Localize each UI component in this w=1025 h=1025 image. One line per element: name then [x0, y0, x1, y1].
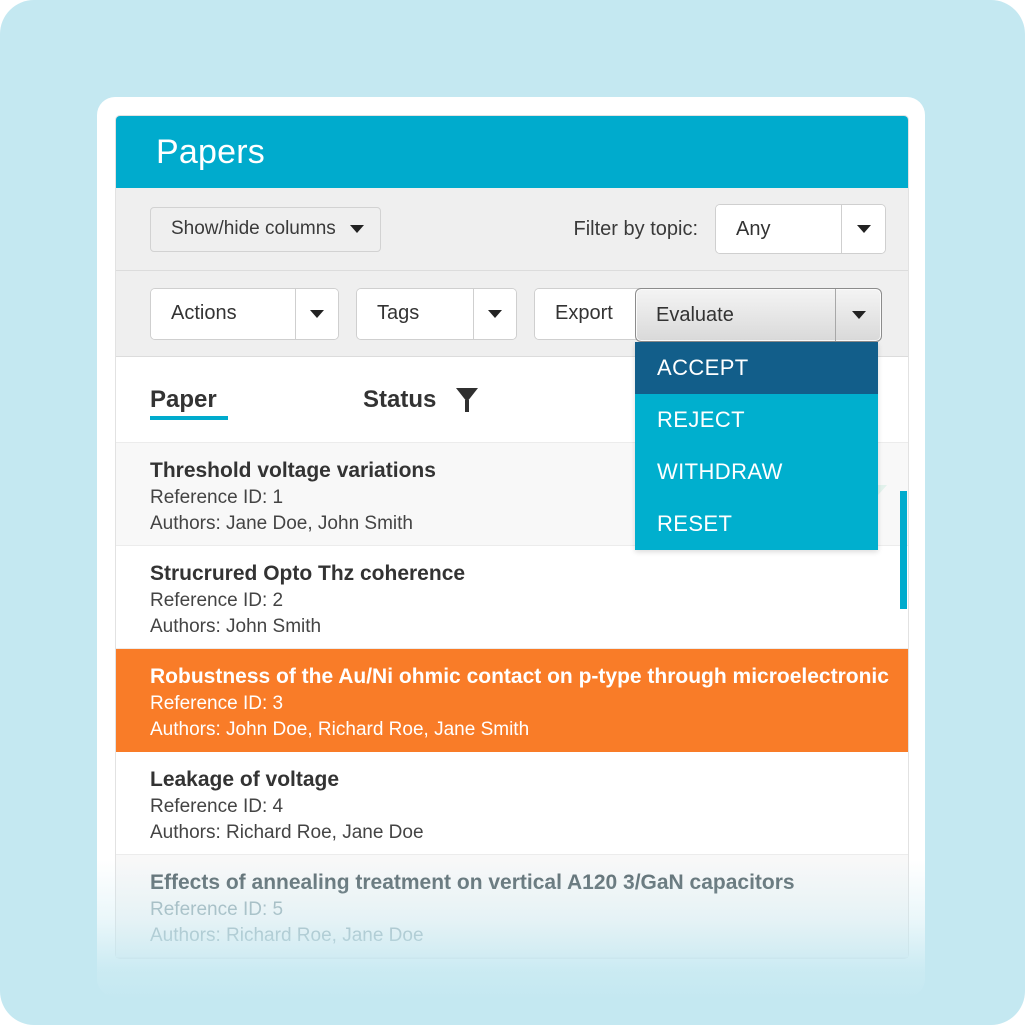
chevron-down-icon — [856, 225, 871, 233]
app-card: Papers Show/hide columns Filter by topic… — [97, 97, 925, 997]
tags-split-button[interactable]: Tags — [356, 287, 517, 340]
row-reference-id: Reference ID: 5 — [150, 898, 284, 920]
papers-grid-panel: Papers Show/hide columns Filter by topic… — [115, 115, 909, 959]
chevron-down-icon — [851, 311, 866, 319]
row-title: Robustness of the Au/Ni ohmic contact on… — [150, 665, 889, 688]
evaluate-button-label[interactable]: Evaluate — [636, 289, 835, 341]
menu-item-reject-label: REJECT — [657, 407, 745, 432]
show-hide-columns-button[interactable]: Show/hide columns — [150, 206, 381, 252]
funnel-icon[interactable] — [456, 387, 479, 412]
table-row[interactable]: Leakage of voltage Reference ID: 4 Autho… — [116, 752, 908, 855]
chevron-down-icon — [488, 309, 502, 318]
menu-item-reject[interactable]: REJECT — [635, 394, 878, 446]
row-authors: Authors: John Smith — [150, 615, 322, 637]
tags-dropdown-arrow[interactable] — [473, 288, 516, 339]
menu-item-withdraw[interactable]: WITHDRAW — [635, 446, 878, 498]
row-reference-id: Reference ID: 2 — [150, 589, 284, 611]
topic-filter-value[interactable]: Any — [716, 205, 841, 253]
evaluate-split-button[interactable]: Evaluate — [635, 288, 882, 342]
topic-filter-arrow-button[interactable] — [841, 205, 885, 253]
column-header-paper[interactable]: Paper — [150, 385, 363, 420]
table-row[interactable]: Effects of annealing treatment on vertic… — [116, 855, 908, 958]
chevron-down-icon — [310, 309, 324, 318]
row-authors: Authors: Richard Roe, Jane Doe — [150, 924, 424, 946]
row-reference-id: Reference ID: 3 — [150, 692, 284, 714]
actions-dropdown-arrow[interactable] — [295, 288, 338, 339]
actions-button-label[interactable]: Actions — [151, 288, 295, 339]
row-authors: Authors: Richard Roe, Jane Doe — [150, 821, 424, 843]
actions-split-button[interactable]: Actions — [150, 287, 339, 340]
filter-by-topic-label: Filter by topic: — [573, 217, 698, 240]
actions-toolbar: Actions Tags Export Evaluate ACCEPT REJE… — [116, 271, 908, 550]
menu-item-reset[interactable]: RESET — [635, 498, 878, 550]
table-row-selected[interactable]: Robustness of the Au/Ni ohmic contact on… — [116, 649, 908, 752]
row-title: Effects of annealing treatment on vertic… — [150, 871, 795, 894]
chevron-down-icon — [349, 225, 364, 233]
columns-filter-toolbar: Show/hide columns Filter by topic: Any — [116, 188, 908, 271]
grid-scrollbar-thumb[interactable] — [900, 491, 907, 609]
table-row[interactable]: Strucrured Opto Thz coherence Reference … — [116, 546, 908, 649]
show-hide-columns-label: Show/hide columns — [171, 218, 336, 239]
column-header-paper-label: Paper — [150, 385, 217, 413]
evaluate-dropdown-arrow[interactable] — [835, 289, 881, 341]
row-title: Strucrured Opto Thz coherence — [150, 562, 466, 585]
menu-item-reset-label: RESET — [657, 511, 733, 536]
row-title: Leakage of voltage — [150, 768, 340, 791]
menu-item-withdraw-label: WITHDRAW — [657, 459, 783, 484]
column-header-status-label: Status — [363, 385, 437, 413]
page-background: Papers Show/hide columns Filter by topic… — [0, 0, 1025, 1025]
row-reference-id: Reference ID: 4 — [150, 795, 284, 817]
column-header-status[interactable]: Status — [363, 385, 479, 414]
page-title: Papers — [156, 132, 265, 171]
menu-item-accept[interactable]: ACCEPT — [635, 342, 878, 394]
topic-filter-group: Filter by topic: Any — [574, 204, 886, 254]
tags-button-label[interactable]: Tags — [357, 288, 473, 339]
row-authors: Authors: John Doe, Richard Roe, Jane Smi… — [150, 718, 530, 740]
topic-filter-select[interactable]: Any — [715, 204, 886, 254]
grid-scrollbar-track[interactable] — [899, 188, 908, 958]
app-title-bar: Papers — [116, 116, 908, 188]
sort-indicator-underline — [150, 415, 228, 420]
evaluate-dropdown-menu: ACCEPT REJECT WITHDRAW RESET — [635, 342, 878, 550]
menu-item-accept-label: ACCEPT — [657, 355, 749, 380]
